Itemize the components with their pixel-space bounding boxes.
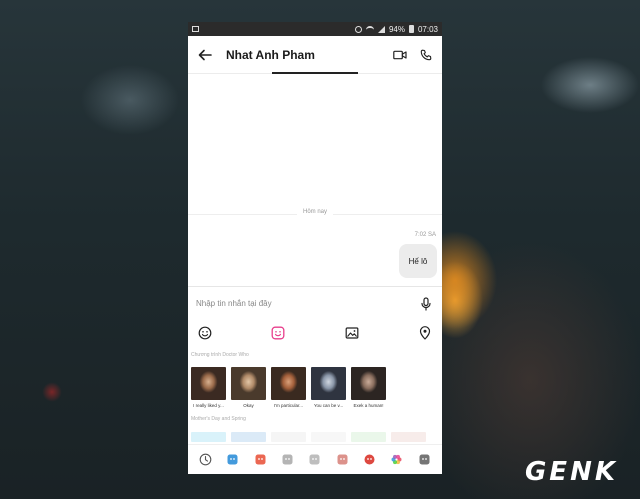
sticker-pack-2-icon — [255, 454, 266, 465]
sticker-pack-tab[interactable] — [335, 453, 349, 467]
angry-bird-icon — [364, 454, 375, 465]
image-icon — [192, 26, 199, 32]
phone-icon — [420, 49, 432, 60]
sticker-caption: You can be v... — [313, 403, 344, 408]
sticker-item[interactable] — [271, 432, 306, 442]
sticker-item[interactable] — [311, 432, 346, 442]
sticker-pack-tab[interactable] — [281, 453, 295, 467]
voice-record-button[interactable] — [418, 296, 434, 312]
outgoing-message[interactable]: Hế lô — [399, 244, 437, 278]
sticker-row: I really liked y... Okay I'm particular...… — [191, 367, 386, 408]
sticker-item[interactable]: You can be v... — [311, 367, 346, 408]
date-label: Hôm nay — [296, 209, 334, 215]
sticker-pack-8-icon — [419, 454, 430, 465]
contact-name[interactable]: Nhat Anh Pham — [226, 48, 392, 62]
back-button[interactable] — [188, 36, 222, 74]
sticker-pack-tab[interactable] — [417, 453, 431, 467]
sticker-image — [311, 367, 346, 400]
alarm-icon — [354, 25, 362, 33]
sticker-item[interactable]: Exek a human! — [351, 367, 386, 408]
sticker-item[interactable] — [231, 432, 266, 442]
sticker-section-title: Chương trình Doctor Who — [191, 352, 249, 358]
sticker-pack-tabs — [188, 444, 442, 474]
sticker-item[interactable]: I really liked y... — [191, 367, 226, 408]
clock: 07:03 — [417, 24, 438, 34]
message-list[interactable]: Hôm nay 7:02 SA Hế lô — [188, 74, 442, 286]
wifi-icon — [365, 26, 374, 32]
signal-icon — [377, 25, 385, 33]
recent-clock-icon — [199, 453, 212, 466]
sticker-pack-tab[interactable] — [199, 453, 213, 467]
sticker-image — [351, 367, 386, 400]
sticker-caption: I'm particular... — [273, 403, 304, 408]
sticker-section-title: Mother's Day and Spring — [191, 416, 246, 422]
phone-screen: 94% 07:03 Nhat Anh Pham Hôm nay 7:02 SA … — [188, 22, 442, 474]
location-button[interactable] — [417, 325, 433, 341]
sticker-pack-tab[interactable] — [363, 453, 377, 467]
attachment-toolbar — [188, 320, 442, 346]
sticker-icon — [271, 326, 285, 340]
message-composer — [188, 286, 442, 320]
message-input[interactable] — [196, 299, 418, 308]
sticker-pack-5-icon — [337, 454, 348, 465]
chat-header: Nhat Anh Pham — [188, 36, 442, 74]
sticker-pack-1-icon — [227, 454, 238, 465]
sticker-image — [231, 367, 266, 400]
video-call-icon — [393, 50, 407, 59]
back-arrow-icon — [198, 49, 212, 60]
gallery-icon — [345, 327, 359, 339]
video-call-button[interactable] — [392, 47, 408, 63]
battery-icon — [408, 25, 414, 33]
watermark-accent: K — [594, 457, 618, 487]
battery-percent: 94% — [388, 24, 405, 34]
sticker-image — [271, 367, 306, 400]
sticker-pack-tab[interactable] — [253, 453, 267, 467]
sticker-item[interactable] — [191, 432, 226, 442]
microphone-icon — [421, 296, 431, 311]
sticker-pack-4-icon — [309, 454, 320, 465]
status-indicators: 94% 07:03 — [354, 24, 438, 34]
location-icon — [419, 326, 431, 340]
sticker-item[interactable]: I'm particular... — [271, 367, 306, 408]
sticker-pack-3-icon — [282, 454, 293, 465]
emoji-button[interactable] — [197, 325, 213, 341]
status-bar: 94% 07:03 — [188, 22, 442, 36]
message-time: 7:02 SA — [414, 232, 436, 238]
sticker-button[interactable] — [270, 325, 286, 341]
sticker-pack-tab[interactable] — [226, 453, 240, 467]
sticker-image — [191, 367, 226, 400]
sticker-pack-tab[interactable] — [308, 453, 322, 467]
sticker-item[interactable] — [391, 432, 426, 442]
gallery-button[interactable] — [344, 325, 360, 341]
emoji-icon — [198, 326, 212, 340]
genk-watermark: GENK — [525, 457, 618, 487]
sticker-caption: Exek a human! — [353, 403, 384, 408]
sticker-item[interactable] — [351, 432, 386, 442]
sticker-caption: Okay — [243, 403, 254, 408]
watermark-text: GEN — [524, 457, 595, 487]
flower-icon — [391, 454, 402, 465]
sticker-item[interactable]: Okay — [231, 367, 266, 408]
header-actions — [392, 47, 442, 63]
voice-call-button[interactable] — [418, 47, 434, 63]
sticker-row — [191, 432, 426, 442]
sticker-pack-tab[interactable] — [390, 453, 404, 467]
sticker-caption: I really liked y... — [193, 403, 224, 408]
